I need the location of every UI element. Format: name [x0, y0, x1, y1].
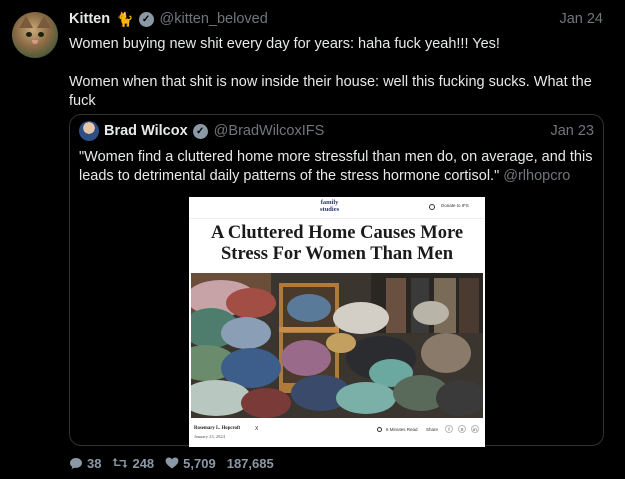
read-time: 6 Minutes Read [386, 427, 418, 432]
linkedin-icon: in [471, 425, 479, 433]
retweet-button[interactable]: 248 [112, 456, 154, 471]
quoted-tweet[interactable]: Brad Wilcox ✓ @BradWilcoxIFS Jan 23 "Wom… [69, 114, 604, 447]
donate-link: Donate to IFS [441, 203, 469, 208]
search-icon [429, 204, 435, 210]
author-name[interactable]: Kitten [69, 11, 110, 27]
quoted-tweet-date[interactable]: Jan 23 [550, 123, 594, 139]
mention-link[interactable]: @rlhopcro [503, 168, 570, 184]
quoted-author-avatar[interactable] [79, 121, 99, 141]
cat-ear-right [37, 16, 51, 28]
quoted-author-name[interactable]: Brad Wilcox [104, 123, 188, 139]
view-count: 187,685 [226, 455, 274, 471]
quoted-tweet-text: "Women find a cluttered home more stress… [79, 148, 594, 186]
author-handle[interactable]: @kitten_beloved [160, 11, 268, 27]
views-stat[interactable]: 187,685 [227, 456, 274, 471]
tweet-text-line-1: Women buying new shit every day for year… [69, 36, 500, 52]
verified-badge-icon: ✓ [192, 123, 208, 139]
cat-eye-right [38, 32, 44, 37]
tweet-date[interactable]: Jan 24 [559, 11, 603, 27]
cat-ear-left [19, 16, 33, 28]
tweet-text: Women buying new shit every day for year… [69, 35, 599, 111]
reply-count: 38 [87, 455, 102, 471]
quoted-tweet-header: Brad Wilcox ✓ @BradWilcoxIFS Jan 23 [79, 121, 594, 141]
tweet-header: Kitten 🐈 ✓ @kitten_beloved Jan 24 [69, 10, 603, 28]
x-icon: X [255, 426, 259, 432]
reply-icon [70, 457, 82, 469]
verified-badge-icon: ✓ [138, 11, 154, 27]
logo-line-1: family [320, 199, 339, 206]
heart-icon [165, 457, 179, 469]
cat-nose [32, 40, 38, 44]
x-share-icon: X [458, 425, 466, 433]
article-author: Rosemary L. Hopcroft [194, 426, 241, 431]
article-topbar: family studies Donate to IFS [189, 197, 485, 219]
article-image[interactable]: family studies Donate to IFS A Cluttered… [189, 197, 485, 447]
family-studies-logo: family studies [320, 199, 339, 213]
quoted-author-handle[interactable]: @BradWilcoxIFS [214, 123, 325, 139]
cat-emoji-icon: 🐈 [116, 10, 134, 27]
reply-button[interactable]: 38 [69, 456, 101, 471]
facebook-icon: f [445, 425, 453, 433]
cluttered-room-photo [191, 273, 483, 418]
like-button[interactable]: 5,709 [165, 456, 216, 471]
retweet-count: 248 [132, 455, 155, 471]
like-count: 5,709 [183, 455, 216, 471]
author-avatar[interactable] [12, 12, 58, 58]
clutter-illustration [191, 273, 483, 418]
cat-eye-left [26, 32, 32, 37]
article-date: January 23, 2024 [194, 434, 225, 439]
tweet-text-line-2: Women when that shit is now inside their… [69, 74, 592, 109]
article-title: A Cluttered Home Causes More Stress For … [210, 223, 464, 264]
clock-icon [377, 427, 382, 432]
action-bar: 38 248 5,709 187,685 [69, 455, 285, 471]
article-footer: Rosemary L. Hopcroft X January 23, 2024 … [189, 418, 485, 447]
share-label: Share [426, 427, 439, 432]
retweet-icon [112, 458, 128, 468]
logo-line-2: studies [320, 206, 340, 213]
